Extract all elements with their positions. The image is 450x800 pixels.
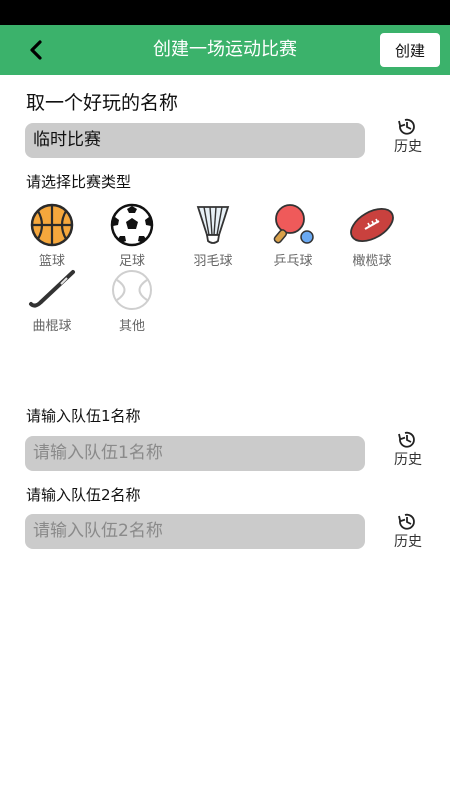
team1-name-input[interactable]: 请输入队伍1名称 (25, 436, 365, 471)
history-icon (398, 431, 415, 448)
sport-label: 羽毛球 (193, 254, 233, 269)
create-button[interactable]: 创建 (380, 33, 440, 67)
basketball-icon (30, 203, 74, 247)
shuttlecock-icon (196, 206, 230, 244)
team2-label: 请输入队伍2名称 (26, 486, 141, 504)
sport-option-soccer[interactable]: 足球 (102, 203, 162, 271)
history-label: 历史 (394, 534, 422, 550)
match-name-input[interactable]: 临时比赛 (25, 123, 365, 158)
type-section-title: 请选择比赛类型 (26, 173, 132, 191)
name-history-button[interactable]: 历史 (386, 117, 430, 157)
rugby-ball-icon (350, 208, 394, 242)
back-arrow-icon (30, 40, 42, 60)
sport-label: 乒乓球 (273, 254, 313, 269)
sport-label: 足球 (118, 254, 145, 269)
team1-label: 请输入队伍1名称 (26, 407, 141, 425)
ping-pong-icon (273, 204, 314, 244)
team2-history-button[interactable]: 历史 (386, 512, 430, 552)
hockey-stick-icon (29, 270, 75, 308)
sport-option-other[interactable]: 其他 (102, 268, 162, 336)
sport-option-ping-pong[interactable]: 乒乓球 (263, 203, 323, 271)
history-label: 历史 (394, 452, 422, 468)
sport-label: 其他 (118, 319, 145, 334)
history-label: 历史 (394, 139, 422, 155)
status-bar (0, 0, 450, 25)
team2-name-input[interactable]: 请输入队伍2名称 (25, 514, 365, 549)
sport-option-badminton[interactable]: 羽毛球 (183, 203, 243, 271)
history-icon (398, 118, 415, 135)
app-bar: 创建一场运动比赛 创建 (0, 25, 450, 75)
name-section-title: 取一个好玩的名称 (26, 92, 179, 114)
history-icon (398, 513, 415, 530)
sport-label: 篮球 (38, 254, 65, 269)
soccer-ball-icon (110, 203, 154, 247)
sport-option-rugby[interactable]: 橄榄球 (342, 203, 402, 271)
other-ball-icon (112, 270, 152, 310)
sport-option-hockey[interactable]: 曲棍球 (22, 268, 82, 336)
sport-label: 橄榄球 (352, 254, 392, 269)
sport-option-basketball[interactable]: 篮球 (22, 203, 82, 271)
back-button[interactable] (20, 35, 52, 65)
sport-label: 曲棍球 (32, 319, 72, 334)
team1-history-button[interactable]: 历史 (386, 430, 430, 470)
